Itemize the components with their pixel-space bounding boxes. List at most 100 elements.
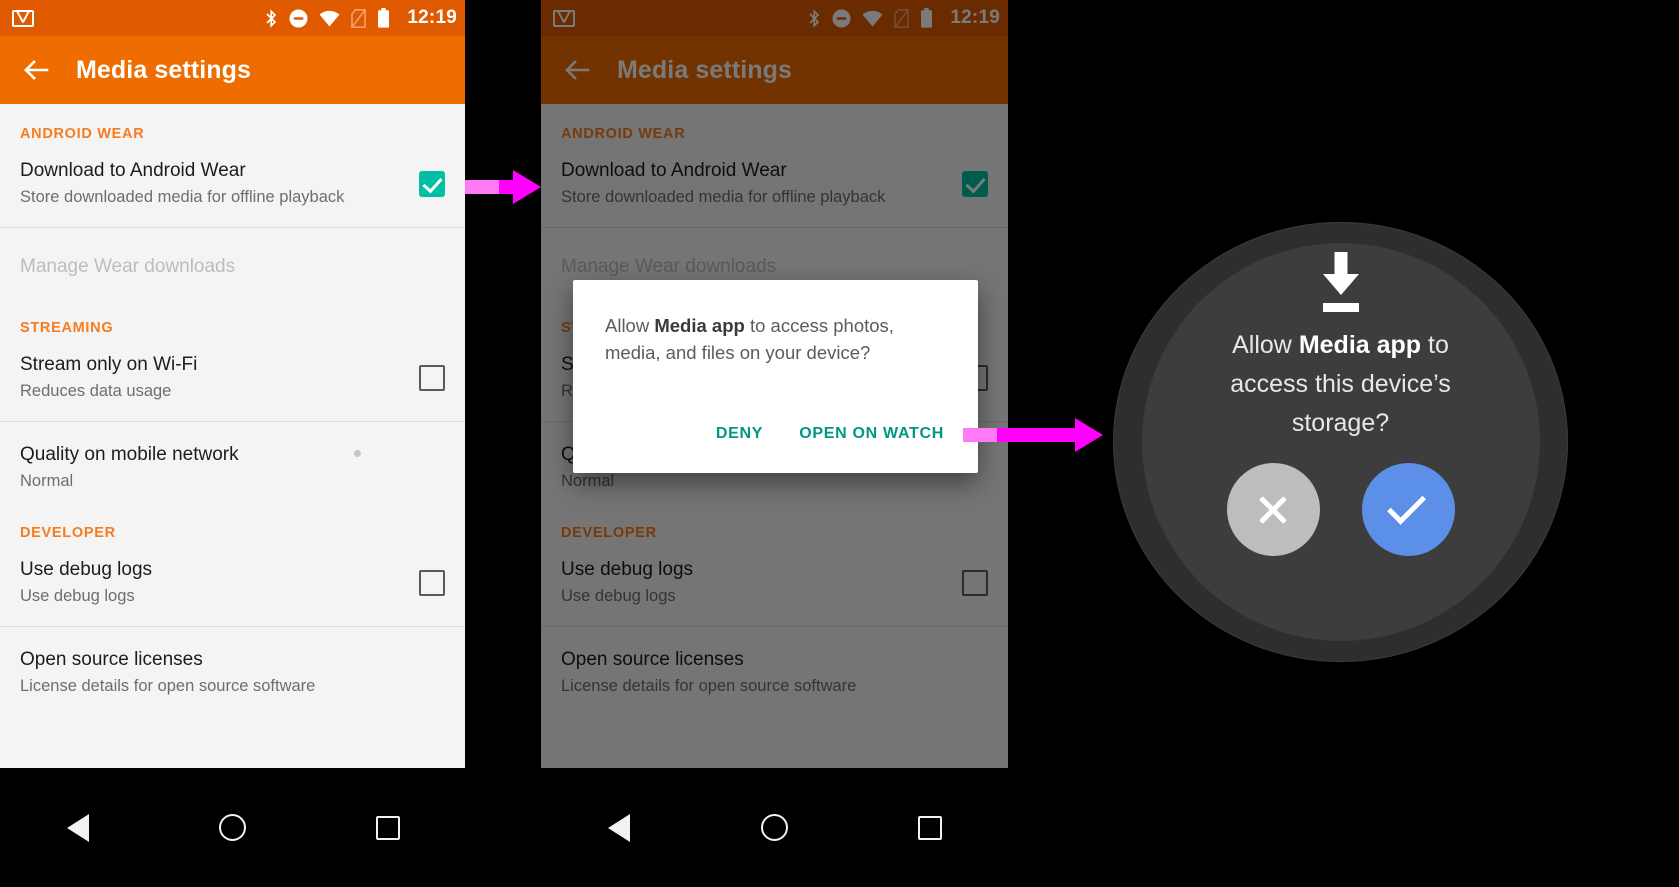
list-item-title: Stream only on Wi-Fi (20, 354, 198, 375)
nav-back-button[interactable] (579, 798, 659, 858)
arrow-head (1075, 418, 1103, 452)
checkbox-use-debug-logs (962, 569, 988, 596)
permission-dialog: Allow Media app to access photos, media,… (573, 280, 978, 473)
close-icon (1256, 493, 1290, 527)
settings-list: ANDROID WEAR Download to Android Wear St… (0, 104, 465, 768)
app-bar: Media settings (0, 36, 465, 104)
nav-recents-button[interactable] (890, 798, 970, 858)
status-bar-clock: 12:19 (407, 7, 457, 28)
nav-recents-icon (918, 815, 943, 840)
nav-recents-button[interactable] (348, 798, 428, 858)
dialog-message-app-name: Media app (654, 315, 745, 336)
list-item-title: Quality on mobile network (20, 444, 239, 465)
section-header-streaming: STREAMING (20, 320, 114, 336)
checkbox-stream-only-on-wifi[interactable] (419, 364, 445, 391)
status-bar-left (553, 9, 575, 27)
list-item-text: Stream only on Wi-Fi Reduces data usage (20, 352, 419, 403)
deny-button[interactable]: DENY (706, 417, 773, 451)
checkbox-use-debug-logs[interactable] (419, 569, 445, 596)
watch-message-app-name: Media app (1298, 331, 1422, 359)
section-header-android-wear: ANDROID WEAR (20, 126, 145, 142)
list-item-open-source-licenses[interactable]: Open source licenses License details for… (0, 627, 465, 698)
status-bar-right: 12:19 (265, 7, 457, 29)
nav-back-icon (66, 813, 89, 842)
list-item-title: Open source licenses (20, 649, 203, 670)
list-item-subtitle: License details for open source software (20, 677, 316, 695)
screenshot-stage: 12:19 Media settings ANDROID WEAR Downlo… (0, 0, 1679, 887)
no-sim-icon (894, 8, 910, 28)
check-icon (1387, 485, 1427, 525)
list-item-text: Use debug logs Use debug logs (20, 557, 419, 608)
bluetooth-icon (266, 8, 277, 28)
list-item-text: Open source licenses License details for… (20, 647, 445, 698)
download-icon (1315, 252, 1367, 312)
download-icon-bar (1322, 303, 1359, 312)
arrow-shaft (465, 180, 513, 194)
list-item-text: Use debug logs Use debug logs (561, 557, 962, 608)
permission-dialog-message: Allow Media app to access photos, media,… (573, 280, 978, 366)
checkbox-download-to-android-wear (962, 170, 988, 197)
list-item-text: Quality on mobile network Normal (20, 442, 445, 493)
status-bar-right: 12:19 (808, 7, 1000, 29)
arrow-shaft-fade (465, 180, 499, 194)
do-not-disturb-icon (289, 9, 308, 27)
list-item-subtitle: Normal (20, 472, 74, 490)
list-item-title: Manage Wear downloads (561, 256, 777, 277)
nav-home-button[interactable] (734, 798, 814, 858)
list-item-open-source-licenses: Open source licenses License details for… (541, 627, 1008, 698)
nav-recents-icon (375, 815, 400, 840)
list-item-title: Manage Wear downloads (20, 256, 236, 277)
list-item-quality-on-mobile-network[interactable]: Quality on mobile network Normal (0, 422, 465, 511)
nav-bar-left (0, 768, 465, 887)
phone-screen-before: 12:19 Media settings ANDROID WEAR Downlo… (0, 0, 465, 768)
nav-home-icon (760, 814, 788, 841)
list-item-subtitle: Store downloaded media for offline playb… (561, 188, 886, 206)
arrow-back-icon[interactable] (16, 50, 56, 90)
list-item-use-debug-logs: Use debug logs Use debug logs (541, 551, 1008, 626)
list-item-subtitle: Reduces data usage (20, 382, 172, 400)
list-item-text: Open source licenses License details for… (561, 647, 988, 698)
status-bar-left (12, 9, 34, 27)
permission-dialog-actions: DENY OPEN ON WATCH (573, 417, 978, 473)
open-on-watch-button[interactable]: OPEN ON WATCH (789, 417, 954, 451)
download-icon-head (1322, 274, 1359, 295)
watch-deny-button[interactable] (1226, 463, 1320, 556)
flow-arrow-2 (963, 418, 1103, 452)
no-sim-icon (351, 8, 367, 28)
list-item-text: Download to Android Wear Store downloade… (20, 158, 419, 209)
nav-back-button[interactable] (38, 798, 118, 858)
list-item-use-debug-logs[interactable]: Use debug logs Use debug logs (0, 551, 465, 626)
list-item-subtitle: Store downloaded media for offline playb… (20, 188, 345, 206)
status-bar: 12:19 (0, 0, 465, 36)
arrow-back-icon[interactable] (557, 50, 597, 90)
list-item-text: Download to Android Wear Store downloade… (561, 158, 962, 209)
checkbox-download-to-android-wear[interactable] (419, 170, 445, 197)
section-header-developer: DEVELOPER (561, 525, 657, 541)
list-item-stream-only-on-wifi[interactable]: Stream only on Wi-Fi Reduces data usage (0, 346, 465, 421)
bluetooth-icon (809, 8, 820, 28)
list-item-title: Download to Android Wear (20, 160, 246, 181)
gmail-icon (553, 9, 575, 27)
section-header-android-wear: ANDROID WEAR (561, 126, 686, 142)
status-bar-clock: 12:19 (950, 7, 1000, 28)
dialog-message-prefix: Allow (605, 315, 655, 336)
nav-bar-middle (541, 768, 1008, 887)
list-item-subtitle: Use debug logs (20, 587, 135, 605)
list-item-download-to-android-wear[interactable]: Download to Android Wear Store downloade… (0, 152, 465, 227)
page-title: Media settings (617, 55, 793, 84)
list-item-subtitle: License details for open source software (561, 677, 857, 695)
list-item-subtitle: Use debug logs (561, 587, 676, 605)
list-item-text: Manage Wear downloads (561, 254, 988, 280)
list-item-text: Manage Wear downloads (20, 254, 445, 280)
nav-home-button[interactable] (193, 798, 273, 858)
watch-allow-button[interactable] (1361, 463, 1455, 556)
do-not-disturb-icon (832, 9, 851, 27)
list-item-download-to-android-wear: Download to Android Wear Store downloade… (541, 152, 1008, 227)
gmail-icon (12, 9, 34, 27)
list-item-title: Open source licenses (561, 649, 744, 670)
watch-message-prefix: Allow (1232, 331, 1299, 359)
flow-arrow-1 (465, 170, 541, 204)
section-header-developer: DEVELOPER (20, 525, 116, 541)
list-item-manage-wear-downloads: Manage Wear downloads (0, 228, 465, 306)
list-item-title: Use debug logs (561, 559, 694, 580)
